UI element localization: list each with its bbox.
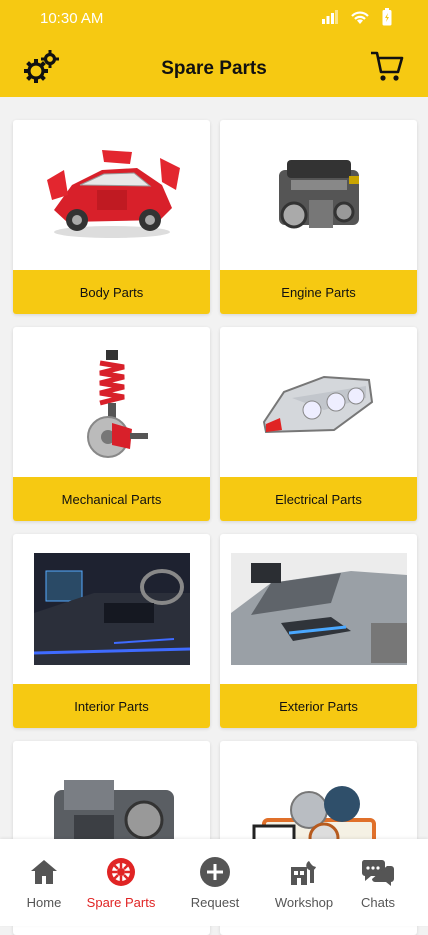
category-label: Interior Parts: [13, 684, 210, 728]
category-label: Body Parts: [13, 270, 210, 314]
body-parts-image: [13, 120, 210, 270]
nav-item-spare-parts[interactable]: Spare Parts: [81, 855, 161, 910]
nav-label: Workshop: [274, 895, 334, 910]
engine-parts-image: [220, 120, 417, 270]
battery-icon: [382, 8, 392, 26]
wifi-icon: [351, 11, 369, 24]
chat-icon: [361, 860, 394, 886]
page-title: Spare Parts: [161, 58, 267, 79]
signal-icon: [322, 10, 338, 24]
cart-icon[interactable]: [370, 50, 404, 82]
nav-item-home[interactable]: Home: [4, 855, 84, 910]
category-card-body-parts[interactable]: Body Parts: [13, 120, 210, 314]
category-label: Electrical Parts: [220, 477, 417, 521]
category-card-engine-parts[interactable]: Engine Parts: [220, 120, 417, 314]
category-label: Exterior Parts: [220, 684, 417, 728]
status-time: 10:30 AM: [40, 10, 104, 27]
nav-item-chats[interactable]: Chats: [338, 855, 418, 910]
exterior-parts-image: [220, 534, 417, 684]
category-label: Mechanical Parts: [13, 477, 210, 521]
nav-item-workshop[interactable]: Workshop: [264, 855, 344, 910]
app-header: 10:30 AM Spare Parts: [0, 0, 428, 97]
nav-label: Request: [190, 895, 240, 910]
nav-label: Home: [26, 895, 62, 910]
home-icon: [31, 860, 57, 884]
nav-label: Chats: [361, 895, 395, 910]
bottom-nav: Home Spare Parts Request Workshop Chats: [0, 839, 428, 926]
category-card-exterior-parts[interactable]: Exterior Parts: [220, 534, 417, 728]
electrical-parts-image: [220, 327, 417, 477]
category-label: Engine Parts: [220, 270, 417, 314]
category-card-mechanical-parts[interactable]: Mechanical Parts: [13, 327, 210, 521]
nav-label: Spare Parts: [86, 895, 156, 910]
plus-circle-icon: [200, 857, 230, 887]
status-icons: [322, 8, 392, 26]
workshop-icon: [291, 861, 316, 885]
category-card-interior-parts[interactable]: Interior Parts: [13, 534, 210, 728]
mechanical-parts-image: [13, 327, 210, 477]
category-card-electrical-parts[interactable]: Electrical Parts: [220, 327, 417, 521]
nav-item-request[interactable]: Request: [175, 855, 255, 910]
interior-parts-image: [13, 534, 210, 684]
wheel-icon: [107, 858, 135, 886]
